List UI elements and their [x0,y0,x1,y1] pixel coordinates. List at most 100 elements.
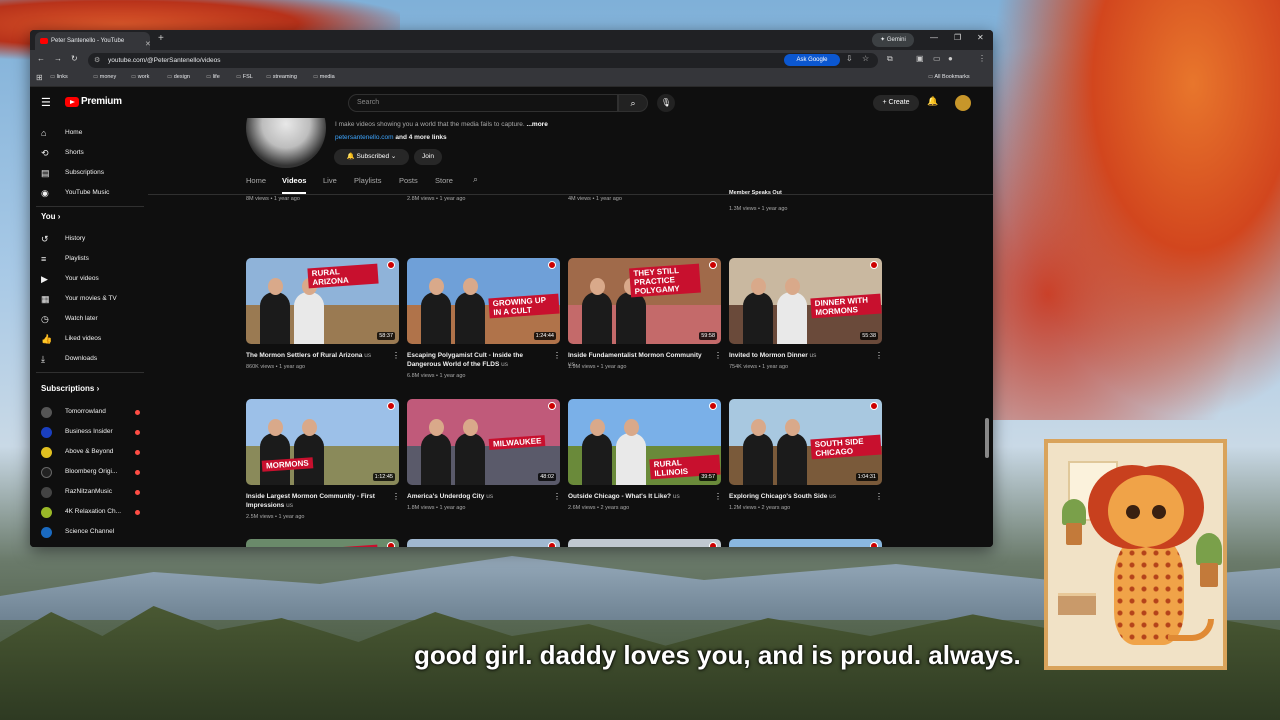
sidebar-item-shorts[interactable]: ⟲ Shorts [41,146,145,160]
bookmark-folder[interactable]: media [313,74,335,80]
video-thumbnail[interactable]: MORMONS 1:12:45 [246,399,399,485]
sidebar-item-subscription[interactable]: RazNitzanMusic [41,485,145,499]
tab-playlists[interactable]: Playlists [354,176,382,185]
video-card[interactable]: GROWING UP IN A CULT 1:24:44 Escaping Poly… [407,258,561,388]
new-tab-icon[interactable]: + [158,33,164,44]
bookmark-folder[interactable]: work [131,74,150,80]
video-menu-icon[interactable]: ⋮ [553,351,561,360]
create-button[interactable]: + Create [873,95,919,111]
sidebar-heading-subscriptions[interactable]: Subscriptions › [41,384,99,393]
sidebar-item-liked-videos[interactable]: 👍 Liked videos [41,332,145,346]
site-info-icon[interactable]: ⚙ [94,53,100,68]
all-bookmarks[interactable]: All Bookmarks [928,74,969,80]
channel-search-icon[interactable]: ⌕ [473,174,478,185]
microphone-icon[interactable]: 🎙 [657,94,675,112]
hamburger-menu-icon[interactable]: ☰ [41,96,51,109]
video-menu-icon[interactable]: ⋮ [714,351,722,360]
back-icon[interactable]: ← [37,54,45,63]
video-card[interactable]: DINNER WITH MORMONS 55:38 Invited to Mormo… [729,258,883,388]
sidebar-item-watch-later[interactable]: ◷ Watch later [41,312,145,326]
search-input[interactable]: Search [348,94,618,112]
channel-link[interactable]: petersantenello.com [335,134,394,141]
menu-dots-icon[interactable]: ⋮ [978,54,986,63]
gemini-button[interactable]: ✦ Gemini [872,33,914,47]
video-menu-icon[interactable]: ⋮ [392,351,400,360]
channel-description[interactable]: I make videos showing you a world that t… [335,121,548,128]
video-menu-icon[interactable]: ⋮ [392,492,400,501]
minimize-icon[interactable]: — [930,33,938,42]
sidebar-item-downloads[interactable]: ⤓ Downloads [41,352,145,366]
sidebar-item-subscription[interactable]: Tomorrowland [41,405,145,419]
video-title[interactable]: The Mormon Settlers of Rural Arizona us [246,351,386,360]
profile-icon[interactable]: ● [948,54,953,63]
video-card[interactable]: RURAL ILLINOIS 39:57 Outside Chicago - Wha… [568,399,722,529]
join-button[interactable]: Join [414,149,442,165]
avatar[interactable] [955,95,971,111]
address-bar[interactable]: ⚙ youtube.com/@PeterSantenello/videos [88,53,878,68]
video-thumbnail[interactable]: RURAL ARIZONA 58:37 [246,258,399,344]
tab-posts[interactable]: Posts [399,176,418,185]
video-thumbnail[interactable] [568,539,721,547]
sidebar-item-subscription[interactable]: Science Channel [41,525,145,539]
video-menu-icon[interactable]: ⋮ [875,351,883,360]
video-title[interactable]: Member Speaks Out [729,190,782,196]
page-scrollbar[interactable] [985,418,989,458]
channel-links[interactable]: petersantenello.com and 4 more links [335,134,447,141]
ask-google-button[interactable]: Ask Google [784,54,840,66]
browser-tab[interactable]: Peter Santenello - YouTube ✕ [35,32,151,50]
bookmark-star-icon[interactable]: ☆ [862,54,869,63]
youtube-logo-icon[interactable] [65,97,79,107]
video-thumbnail[interactable]: GROWING UP IN A CULT 1:24:44 [407,258,560,344]
video-thumbnail[interactable]: RURAL ILLINOIS 39:57 [568,399,721,485]
video-title[interactable]: Inside Largest Mormon Community - First … [246,492,386,510]
sidebar-item-movies[interactable]: ▦ Your movies & TV [41,292,145,306]
sidepanel-icon[interactable]: ▣ [916,54,924,63]
sidebar-heading-you[interactable]: You › [41,212,60,221]
extensions-icon[interactable]: ⧉ [887,54,893,64]
sidebar-item-playlists[interactable]: ≡ Playlists [41,252,145,266]
search-icon[interactable]: ⌕ [618,94,648,112]
bookmark-folder[interactable]: design [167,74,190,80]
tab-store[interactable]: Store [435,176,453,185]
video-thumbnail[interactable]: THEY STILL PRACTICE POLYGAMY 59:58 [568,258,721,344]
youtube-logo-text[interactable]: Premium [81,96,122,107]
bookmark-folder[interactable]: life [206,74,220,80]
video-menu-icon[interactable]: ⋮ [553,492,561,501]
video-thumbnail[interactable]: MILWAUKEE 48:02 [407,399,560,485]
video-thumbnail[interactable]: AMISH COUNTRY [729,539,882,547]
video-title[interactable]: America's Underdog City us [407,492,547,501]
sidebar-item-subscription[interactable]: Bloomberg Origi... [41,465,145,479]
subscribed-button[interactable]: 🔔 Subscribed ⌄ [334,149,409,165]
video-thumbnail[interactable]: CHICAGO POLICE [246,539,399,547]
reload-icon[interactable]: ↻ [71,54,78,63]
tab-videos[interactable]: Videos [282,176,306,185]
bookmark-folder[interactable]: links [50,74,68,80]
video-card[interactable]: THE MOST CORRUPT CITY [407,539,560,547]
sidebar-item-subscriptions[interactable]: ▤ Subscriptions [41,166,145,180]
more-links[interactable]: and 4 more links [395,134,446,141]
video-menu-icon[interactable]: ⋮ [875,492,883,501]
sidebar-item-subscription[interactable]: Above & Beyond [41,445,145,459]
channel-avatar[interactable] [246,118,326,168]
video-card[interactable]: RURAL ARIZONA 58:37 The Mormon Settlers of… [246,258,400,388]
video-title[interactable]: Escaping Polygamist Cult - Inside the Da… [407,351,547,369]
video-card[interactable]: SOUTH SIDE CHICAGO 1:04:31 Exploring Chica… [729,399,883,529]
sidebar-item-history[interactable]: ↺ History [41,232,145,246]
video-thumbnail[interactable]: THE MOST CORRUPT CITY [407,539,560,547]
sidebar-item-subscription[interactable]: 4K Relaxation Ch... [41,505,145,519]
video-card[interactable] [568,539,721,547]
install-icon[interactable]: ⇩ [846,54,853,63]
window-close-icon[interactable]: ✕ [977,33,984,42]
video-title[interactable]: Outside Chicago - What's It Like? us [568,492,708,501]
video-title[interactable]: Invited to Mormon Dinner us [729,351,869,360]
video-card[interactable]: CHICAGO POLICE [246,539,399,547]
forward-icon[interactable]: → [54,54,62,63]
video-thumbnail[interactable]: SOUTH SIDE CHICAGO 1:04:31 [729,399,882,485]
sidebar-item-your-videos[interactable]: ▶ Your videos [41,272,145,286]
apps-icon[interactable]: ⊞ [36,73,43,82]
tab-live[interactable]: Live [323,176,337,185]
video-title[interactable]: Exploring Chicago's South Side us [729,492,869,501]
tab-home[interactable]: Home [246,176,266,185]
video-card[interactable]: AMISH COUNTRY [729,539,882,547]
bookmark-folder[interactable]: FSL [236,74,253,80]
